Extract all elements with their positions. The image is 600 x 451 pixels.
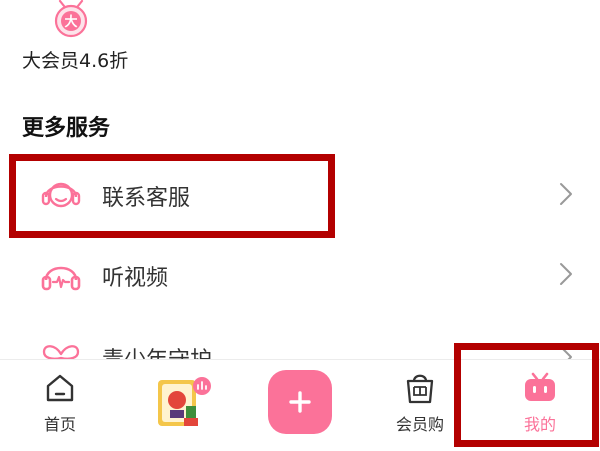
- section-title-more-services: 更多服务: [22, 116, 111, 141]
- mini-game-icon: [156, 376, 220, 440]
- annotation-box-mine-tab: [454, 343, 599, 447]
- service-item-listen-video[interactable]: 听视频: [0, 234, 600, 314]
- chevron-right-icon: [558, 181, 574, 207]
- vip-discount-label: 大会员4.6折: [22, 50, 129, 72]
- tab-mini-game[interactable]: [120, 360, 240, 451]
- headphones-wave-icon: [40, 253, 82, 295]
- vip-badge-text: 大: [64, 14, 77, 30]
- home-icon: [44, 372, 76, 404]
- tab-member-shop[interactable]: 会员购: [380, 360, 460, 451]
- plus-icon: [289, 391, 311, 413]
- tab-home-label: 首页: [43, 415, 76, 434]
- shopping-bag-icon: [404, 371, 436, 405]
- chevron-right-icon: [558, 261, 574, 287]
- add-button[interactable]: [268, 370, 332, 434]
- service-item-label: 听视频: [102, 266, 169, 291]
- vip-bag-icon: 大: [52, 0, 90, 38]
- tab-home[interactable]: 首页: [20, 360, 100, 451]
- annotation-box-contact-service: [9, 154, 335, 238]
- tab-member-shop-label: 会员购: [395, 415, 444, 434]
- tab-add-post[interactable]: [260, 360, 340, 451]
